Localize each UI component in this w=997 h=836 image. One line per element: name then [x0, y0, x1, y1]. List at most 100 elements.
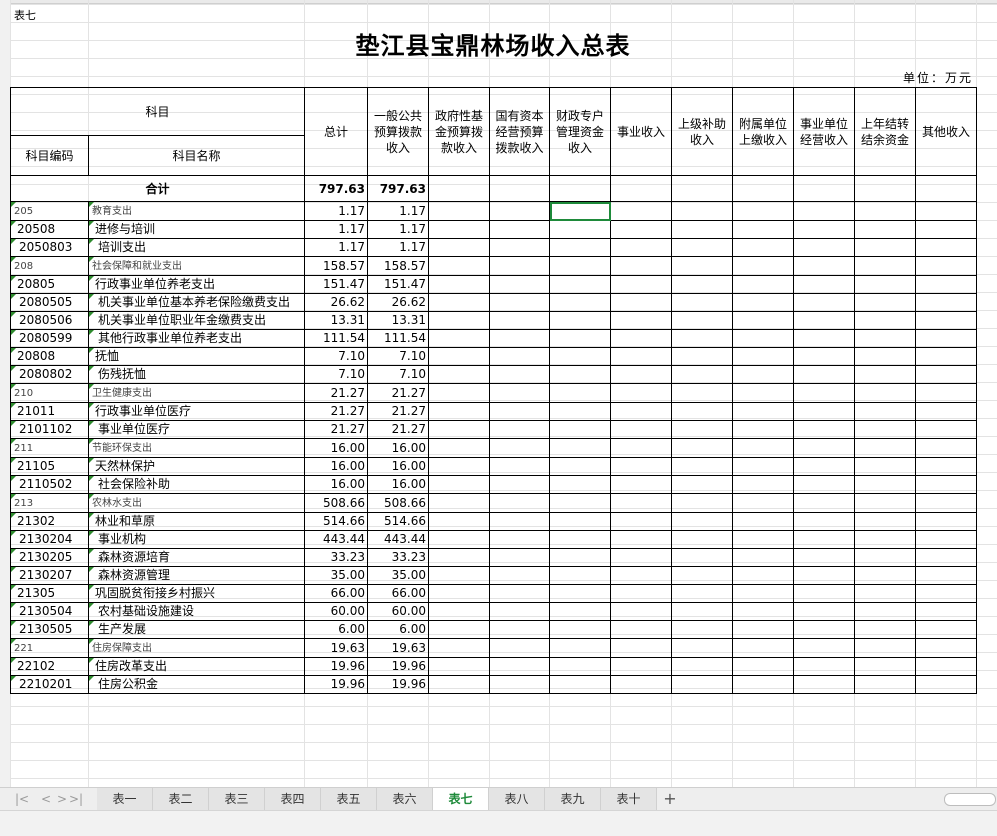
empty-cell[interactable] — [671, 638, 733, 658]
empty-cell[interactable] — [854, 638, 916, 658]
first-sheet-icon[interactable]: |< — [14, 788, 30, 810]
empty-cell[interactable] — [793, 638, 855, 658]
empty-cell[interactable] — [489, 584, 550, 603]
empty-cell[interactable] — [854, 383, 916, 403]
subject-name-cell[interactable]: 行政事业单位养老支出 — [88, 275, 305, 294]
empty-cell[interactable] — [489, 220, 550, 239]
empty-cell[interactable] — [549, 238, 611, 257]
general-budget-cell[interactable]: 35.00 — [367, 566, 429, 585]
subject-code-cell[interactable]: 21302 — [10, 512, 89, 531]
empty-cell[interactable] — [915, 329, 977, 348]
empty-cell[interactable] — [549, 220, 611, 239]
empty-cell[interactable] — [610, 365, 672, 384]
empty-cell[interactable] — [854, 275, 916, 294]
empty-cell[interactable] — [489, 548, 550, 567]
subject-name-cell[interactable]: 机关事业单位职业年金缴费支出 — [88, 311, 305, 330]
empty-cell[interactable] — [610, 347, 672, 366]
sheet-tab[interactable]: 表三 — [209, 788, 265, 810]
empty-cell[interactable] — [732, 438, 794, 458]
empty-cell[interactable] — [854, 620, 916, 639]
empty-cell[interactable] — [671, 275, 733, 294]
empty-cell[interactable] — [489, 256, 550, 276]
empty-cell[interactable] — [489, 638, 550, 658]
subject-name-cell[interactable]: 培训支出 — [88, 238, 305, 257]
total-cell[interactable]: 158.57 — [304, 256, 368, 276]
empty-cell[interactable] — [549, 347, 611, 366]
subject-code-cell[interactable]: 20805 — [10, 275, 89, 294]
empty-cell[interactable] — [671, 475, 733, 494]
empty-cell[interactable] — [549, 256, 611, 276]
empty-cell[interactable] — [428, 311, 490, 330]
subject-name-cell[interactable]: 森林资源培育 — [88, 548, 305, 567]
empty-cell[interactable] — [732, 220, 794, 239]
total-cell[interactable]: 16.00 — [304, 475, 368, 494]
empty-cell[interactable] — [793, 566, 855, 585]
empty-cell[interactable] — [610, 620, 672, 639]
empty-cell[interactable] — [854, 566, 916, 585]
empty-cell[interactable] — [732, 457, 794, 476]
empty-cell[interactable] — [915, 383, 977, 403]
empty-cell[interactable] — [489, 566, 550, 585]
subject-name-cell[interactable]: 事业机构 — [88, 530, 305, 549]
subject-name-cell[interactable]: 巩固脱贫衔接乡村振兴 — [88, 584, 305, 603]
header-business-income[interactable]: 事业收入 — [610, 87, 672, 176]
empty-cell[interactable] — [428, 566, 490, 585]
subject-code-cell[interactable]: 2130504 — [10, 602, 89, 621]
empty-cell[interactable] — [915, 402, 977, 421]
empty-cell[interactable] — [489, 420, 550, 439]
general-budget-cell[interactable]: 33.23 — [367, 548, 429, 567]
subject-name-cell[interactable]: 住房公积金 — [88, 675, 305, 694]
general-budget-cell[interactable]: 19.63 — [367, 638, 429, 658]
empty-cell[interactable] — [549, 438, 611, 458]
empty-cell[interactable] — [428, 293, 490, 312]
total-cell[interactable]: 19.96 — [304, 675, 368, 694]
empty-cell[interactable] — [428, 220, 490, 239]
empty-cell[interactable] — [489, 475, 550, 494]
empty-cell[interactable] — [549, 638, 611, 658]
subject-code-cell[interactable]: 2080506 — [10, 311, 89, 330]
empty-cell[interactable] — [549, 675, 611, 694]
empty-cell[interactable] — [428, 329, 490, 348]
subject-code-cell[interactable]: 2080802 — [10, 365, 89, 384]
subject-code-cell[interactable]: 20808 — [10, 347, 89, 366]
empty-cell[interactable] — [671, 657, 733, 676]
prev-sheet-icon[interactable]: < — [38, 788, 54, 810]
empty-cell[interactable] — [489, 201, 550, 221]
subject-code-cell[interactable]: 2130204 — [10, 530, 89, 549]
empty-cell[interactable] — [610, 311, 672, 330]
empty-cell[interactable] — [428, 530, 490, 549]
subject-code-cell[interactable]: 210 — [10, 383, 89, 403]
empty-cell[interactable] — [793, 201, 855, 221]
empty-cell[interactable] — [671, 438, 733, 458]
total-cell[interactable]: 21.27 — [304, 402, 368, 421]
empty-cell[interactable] — [428, 256, 490, 276]
subject-name-cell[interactable]: 生产发展 — [88, 620, 305, 639]
general-budget-cell[interactable]: 1.17 — [367, 238, 429, 257]
empty-cell[interactable] — [915, 175, 977, 202]
subject-name-cell[interactable]: 农村基础设施建设 — [88, 602, 305, 621]
empty-cell[interactable] — [549, 512, 611, 531]
empty-cell[interactable] — [671, 566, 733, 585]
total-cell[interactable]: 508.66 — [304, 493, 368, 513]
empty-cell[interactable] — [549, 566, 611, 585]
empty-cell[interactable] — [732, 512, 794, 531]
empty-cell[interactable] — [549, 275, 611, 294]
general-budget-cell[interactable]: 19.96 — [367, 675, 429, 694]
subject-code-cell[interactable]: 2130505 — [10, 620, 89, 639]
empty-cell[interactable] — [854, 512, 916, 531]
sheet-tab[interactable]: 表十 — [601, 788, 657, 810]
empty-cell[interactable] — [549, 457, 611, 476]
empty-cell[interactable] — [428, 657, 490, 676]
empty-cell[interactable] — [428, 512, 490, 531]
empty-cell[interactable] — [732, 383, 794, 403]
empty-cell[interactable] — [610, 329, 672, 348]
sheet-tab[interactable]: 表二 — [153, 788, 209, 810]
general-budget-cell[interactable]: 111.54 — [367, 329, 429, 348]
empty-cell[interactable] — [489, 457, 550, 476]
empty-cell[interactable] — [793, 311, 855, 330]
empty-cell[interactable] — [549, 311, 611, 330]
empty-cell[interactable] — [489, 530, 550, 549]
empty-cell[interactable] — [793, 475, 855, 494]
total-cell[interactable]: 111.54 — [304, 329, 368, 348]
subject-code-cell[interactable]: 20508 — [10, 220, 89, 239]
